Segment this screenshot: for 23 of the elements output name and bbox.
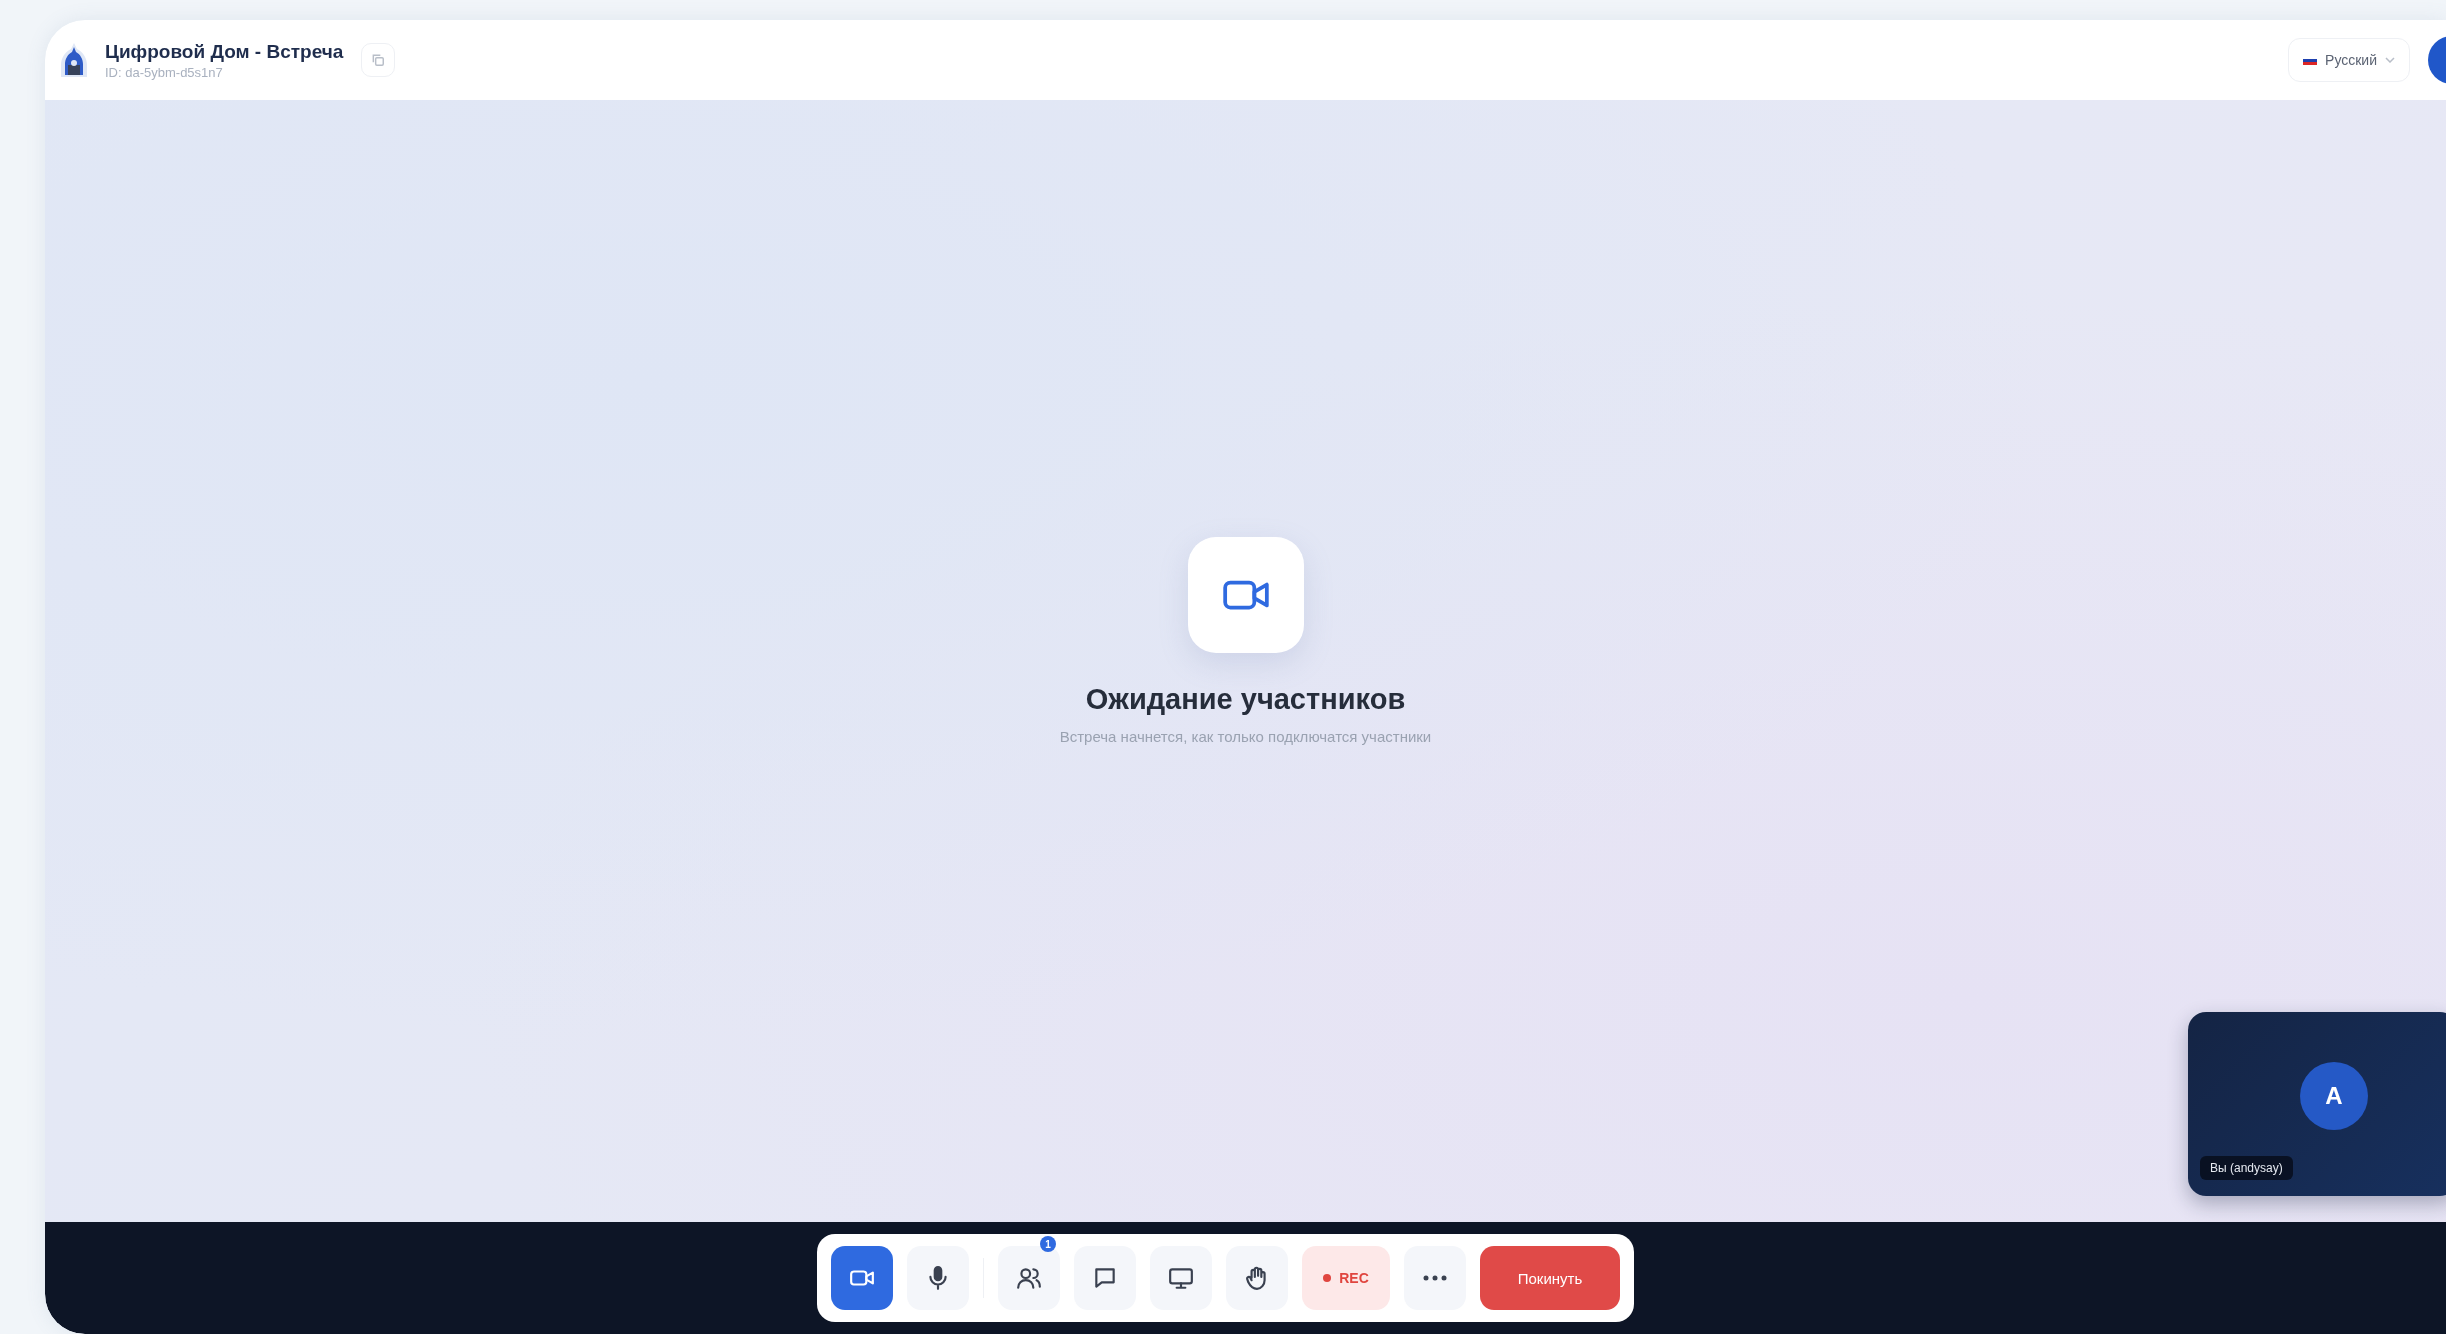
- chevron-down-icon: [2385, 57, 2395, 63]
- waiting-subtitle: Встреча начнется, как только подключатся участники: [1059, 728, 1432, 745]
- microphone-button[interactable]: [907, 1246, 969, 1310]
- monitor-icon: [1168, 1265, 1194, 1291]
- leave-button[interactable]: Покинуть: [1480, 1246, 1620, 1310]
- camera-button[interactable]: [831, 1246, 893, 1310]
- screen-share-button[interactable]: [1150, 1246, 1212, 1310]
- chat-button[interactable]: [1074, 1246, 1136, 1310]
- language-select[interactable]: Русский: [2288, 38, 2410, 82]
- more-icon: [1423, 1275, 1447, 1281]
- people-icon: [1016, 1265, 1042, 1291]
- raise-hand-button[interactable]: [1226, 1246, 1288, 1310]
- meeting-id: ID: da-5ybm-d5s1n7: [105, 64, 224, 80]
- record-button[interactable]: REC: [1302, 1246, 1390, 1310]
- copy-icon: [371, 53, 386, 67]
- participant-name-label: Вы (andysay): [2200, 1156, 2293, 1180]
- meeting-title: Цифровой Дом - Встреча: [105, 40, 344, 63]
- waiting-heading: Ожидание участников: [1085, 683, 1406, 716]
- participants-button[interactable]: [998, 1246, 1060, 1310]
- avatar-initial: A: [2300, 1062, 2368, 1130]
- chat-icon: [1092, 1265, 1118, 1291]
- count-badge: 1: [1040, 1236, 1056, 1252]
- record-dot-icon: [1323, 1274, 1332, 1282]
